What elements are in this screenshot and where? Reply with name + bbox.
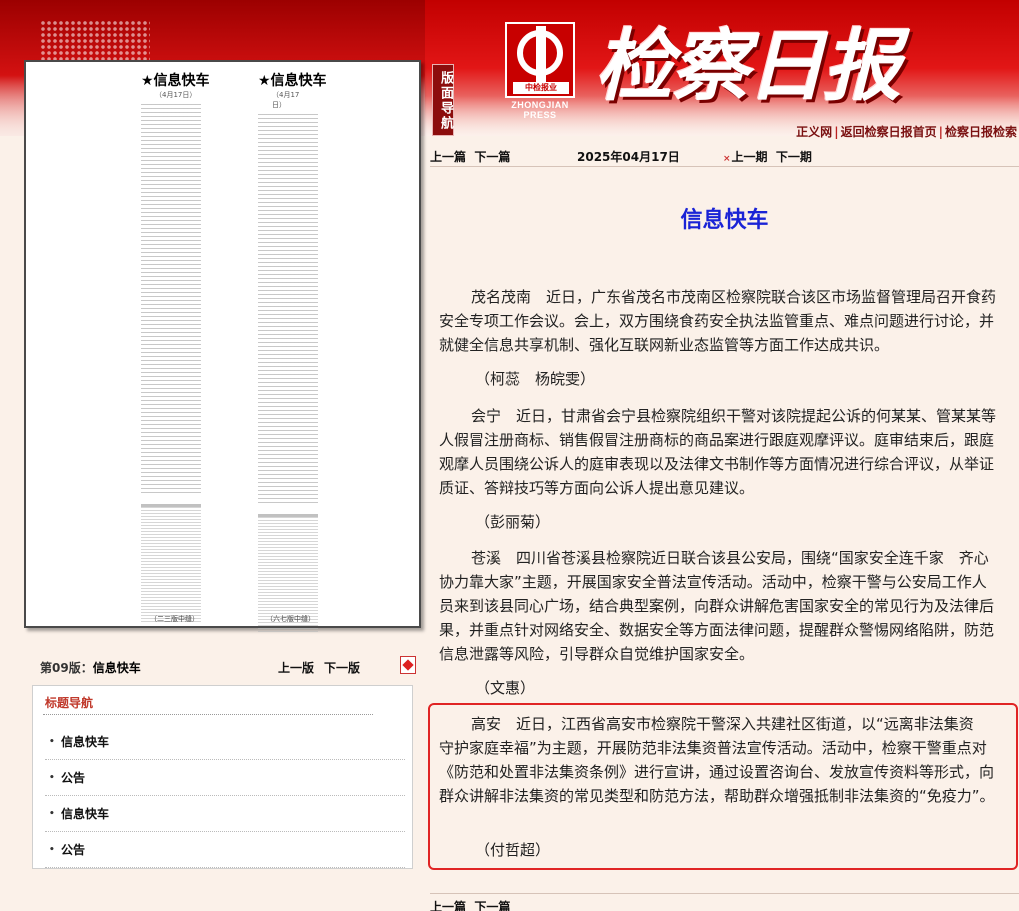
thumb-footer-1: （二三版中缝） [150,615,199,623]
thumb-footer-2: （六七版中缝） [266,615,315,623]
title-nav-panel: 标题导航 • 信息快车 • 公告 • 信息快车 • 公告 [32,685,413,869]
prev-article-link[interactable]: 上一篇 [430,150,466,164]
edition-nav: 上一版 下一版 [278,659,370,676]
link-search[interactable]: 检察日报检索 [945,125,1017,139]
title-nav-item[interactable]: • 公告 [45,760,405,796]
masthead-title: 检察日报 [595,21,901,112]
title-nav-item[interactable]: • 公告 [45,832,405,868]
edition-number: 第09版： [40,661,93,675]
article-paragraph: 苍溪 四川省苍溪县检察院近日联合该县公安局，围绕“国家安全连千家 齐心协力靠大家… [439,549,995,663]
title-nav-item[interactable]: • 信息快车 [45,724,405,760]
issue-date: 2025年04月17日 [577,150,680,164]
dot-pattern-decoration [40,20,150,60]
prev-article-link-bottom[interactable]: 上一篇 [430,900,466,911]
thumb-date-2: （4月17日） [272,91,300,109]
edition-title: 信息快车 [92,661,141,675]
article-paragraph: 茂名茂南 近日，广东省茂名市茂南区检察院联合该区市场监督管理局召开食药安全专项工… [439,288,997,354]
title-nav-item-label[interactable]: 信息快车 [61,805,109,822]
pdf-icon[interactable] [400,656,416,674]
article-paragraph: 会宁 近日，甘肃省会宁县检察院组织干警对该院提起公诉的何某某、管某某等人假冒注册… [439,407,997,497]
thumb-body-1 [141,104,201,496]
title-nav-item[interactable]: • 信息快车 [45,796,405,832]
next-article-link-bottom[interactable]: 下一篇 [474,900,510,911]
link-home[interactable]: 返回检察日报首页 [841,125,937,139]
page-thumbnail[interactable]: ★信息快车 （4月17日） ★信息快车 （4月17日） （二三版中缝） （六七版… [24,60,421,634]
thumb-body-2 [258,114,318,506]
prev-issue-link[interactable]: 上一期 [732,150,768,164]
title-nav-item-label[interactable]: 公告 [61,841,85,858]
article-title: 信息快车 [680,208,769,233]
pager-divider [430,166,1019,167]
bottom-divider [430,893,1019,894]
thumb-notice-1 [141,504,201,624]
title-nav-divider [43,714,373,715]
next-edition-link[interactable]: 下一版 [324,661,360,675]
highlight-box [428,703,1018,870]
top-links: 正义网 | 返回检察日报首页 | 检察日报检索 [796,125,1017,139]
article-byline: （彭丽菊） [475,513,551,531]
thumb-column-2: ★信息快车 （4月17日） [258,70,327,634]
logo-bar [536,26,546,82]
arrow-icon: × [723,154,731,164]
article-byline: （文惠） [475,679,536,697]
article-byline: （柯蕊 杨皖雯） [475,370,596,388]
press-name: ZHONGJIAN PRESS [511,100,569,120]
prev-edition-link[interactable]: 上一版 [278,661,314,675]
logo-caption: 中检报业 [513,82,569,94]
title-nav-item-label[interactable]: 公告 [61,769,85,786]
thumb-title-2: ★信息快车 [258,73,327,89]
title-nav-list: • 信息快车 • 公告 • 信息快车 • 公告 [45,724,405,868]
press-logo: 中检报业 [505,22,575,98]
title-nav-heading: 标题导航 [45,696,94,710]
layout-nav-tab[interactable]: 版面导航 [432,64,454,136]
next-issue-link[interactable]: 下一期 [776,150,812,164]
edition-label: 第09版：信息快车 [40,659,141,676]
title-nav-item-label[interactable]: 信息快车 [61,733,109,750]
link-zhengyi[interactable]: 正义网 [796,125,832,139]
next-article-link[interactable]: 下一篇 [474,150,510,164]
article-nav: 上一篇 下一篇 [430,148,510,165]
bottom-pager: 上一篇 下一篇 [430,898,510,911]
issue-nav: ×上一期 下一期 [723,148,812,165]
